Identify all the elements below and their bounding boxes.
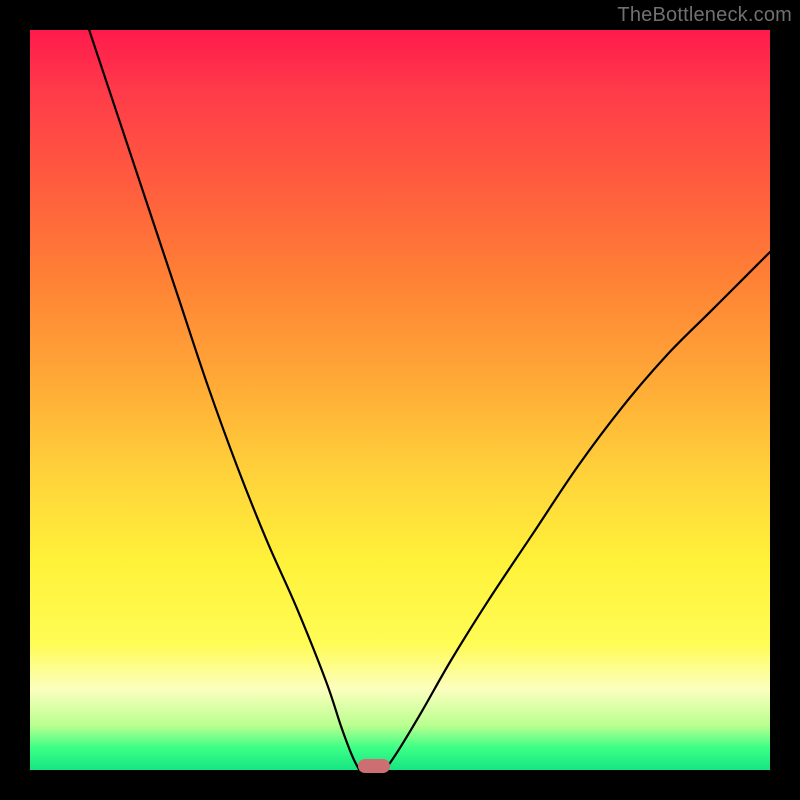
curve-right-branch xyxy=(385,252,770,770)
curve-left-branch xyxy=(89,30,359,770)
chart-frame: TheBottleneck.com xyxy=(0,0,800,800)
minimum-marker xyxy=(358,759,390,773)
watermark-text: TheBottleneck.com xyxy=(617,4,792,27)
curve-svg xyxy=(30,30,770,770)
plot-area xyxy=(30,30,770,770)
